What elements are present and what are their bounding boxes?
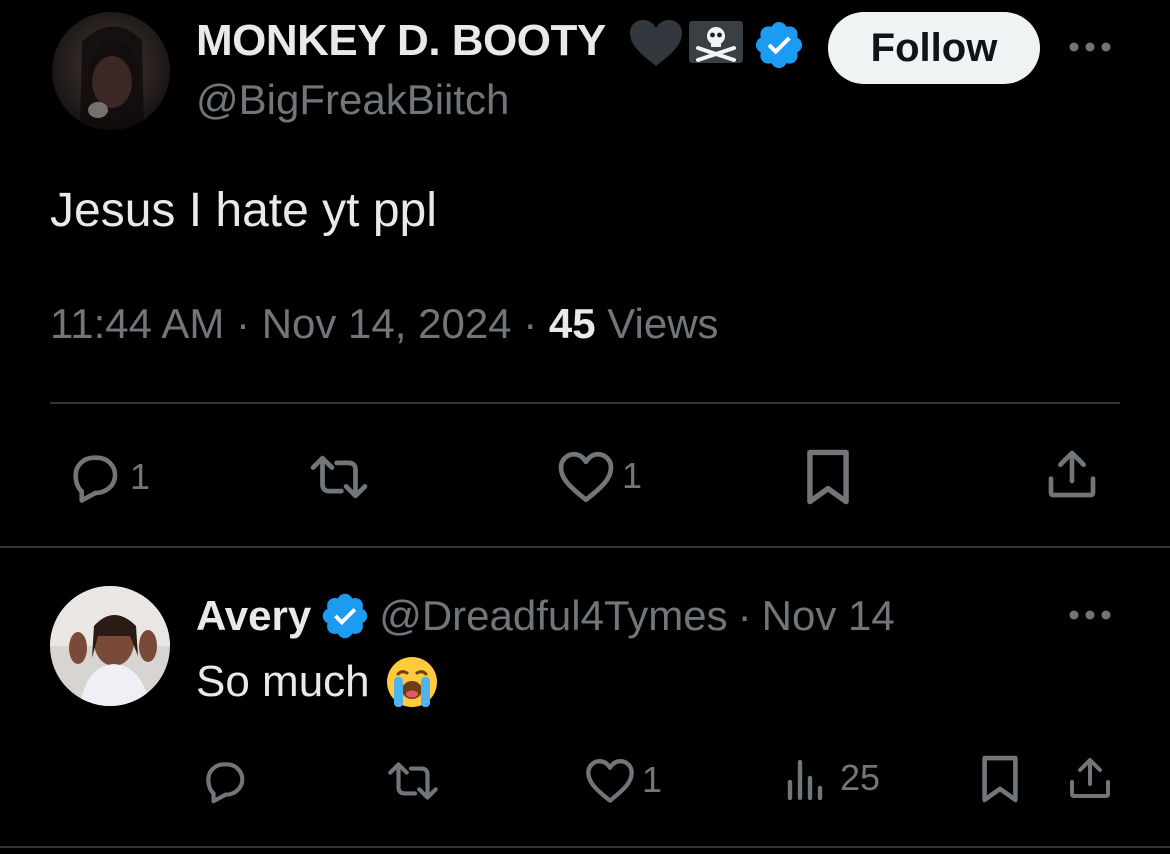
reply-date[interactable]: Nov 14	[762, 592, 895, 640]
retweet-icon	[388, 762, 438, 800]
share-icon	[1048, 450, 1096, 498]
reply-button[interactable]	[200, 756, 250, 806]
reply-text: So much	[196, 657, 370, 706]
views-button[interactable]: 25	[784, 754, 880, 802]
heart-icon	[558, 451, 614, 503]
reply-text-line: So much	[196, 654, 440, 710]
meta-separator: ·	[737, 592, 752, 639]
like-button[interactable]: 1	[556, 448, 642, 504]
analytics-icon	[787, 759, 823, 801]
follow-button[interactable]: Follow	[828, 12, 1040, 84]
author-avatar[interactable]	[52, 12, 170, 130]
tweet-text: Jesus I hate yt ppl	[50, 184, 437, 237]
retweet-button[interactable]	[306, 448, 372, 506]
reply-author-line: Avery @Dreadful4Tymes · Nov 14	[196, 590, 895, 642]
like-count: 1	[622, 455, 643, 496]
reply-button[interactable]: 1	[66, 448, 150, 506]
black-heart-icon	[628, 18, 684, 68]
retweet-icon	[310, 455, 368, 499]
bookmark-icon	[982, 755, 1018, 803]
reply-icon	[73, 455, 118, 503]
share-button[interactable]	[1044, 446, 1100, 502]
reply-divider	[0, 846, 1170, 848]
more-options-icon[interactable]	[1064, 34, 1116, 60]
tweet-divider	[0, 546, 1170, 548]
share-icon	[1070, 758, 1110, 798]
bookmark-icon	[807, 449, 849, 505]
tweet-meta: 11:44 AM · Nov 14, 2024 · 45 Views	[50, 300, 719, 348]
meta-divider	[50, 402, 1120, 404]
retweet-button[interactable]	[384, 756, 442, 806]
loudly-crying-face-icon	[386, 657, 437, 707]
reply-author-handle[interactable]: @Dreadful4Tymes	[379, 592, 727, 640]
views-count: 25	[840, 757, 881, 798]
more-options-icon[interactable]	[1064, 602, 1116, 628]
bookmark-button[interactable]	[802, 446, 854, 508]
reply-icon	[206, 762, 245, 804]
author-name[interactable]: MONKEY D. BOOTY	[196, 16, 606, 66]
meta-separator: ·	[236, 300, 251, 347]
verified-badge-icon	[322, 593, 368, 639]
reply-count: 1	[130, 456, 151, 497]
views-count[interactable]: 45	[549, 300, 596, 347]
reply-author-avatar[interactable]	[50, 586, 170, 706]
tweet-time[interactable]: 11:44 AM	[50, 300, 224, 347]
meta-separator: ·	[523, 300, 538, 347]
author-handle[interactable]: @BigFreakBiitch	[196, 76, 509, 124]
like-button[interactable]: 1	[584, 756, 662, 804]
views-label: Views	[607, 300, 719, 347]
skull-crossbones-icon	[688, 20, 744, 64]
tweet-date[interactable]: Nov 14, 2024	[262, 300, 512, 347]
share-button[interactable]	[1066, 754, 1114, 802]
bookmark-button[interactable]	[978, 752, 1022, 806]
like-count: 1	[642, 759, 663, 800]
heart-icon	[586, 758, 634, 803]
verified-badge-icon	[752, 18, 806, 72]
reply-author-name[interactable]: Avery	[196, 592, 311, 640]
